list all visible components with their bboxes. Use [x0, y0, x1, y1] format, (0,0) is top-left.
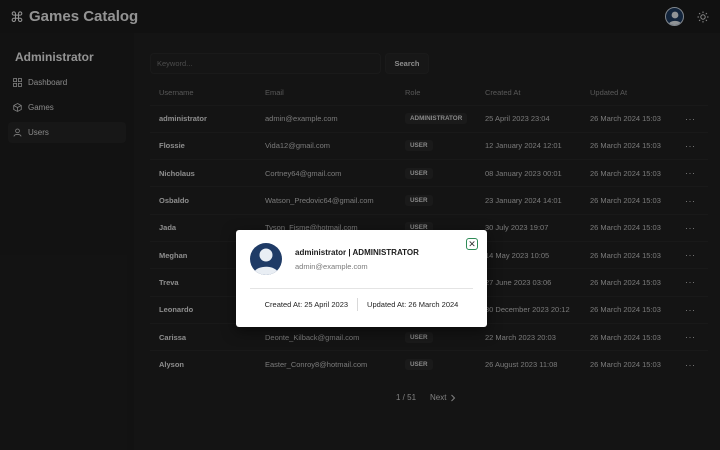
modal-updated-at: Updated At: 26 March 2024 [367, 300, 459, 309]
divider [250, 288, 473, 289]
close-icon[interactable]: ✕ [466, 238, 478, 250]
user-avatar-icon [250, 243, 282, 275]
modal-user-email: admin@example.com [295, 262, 368, 271]
divider [357, 298, 359, 311]
user-detail-modal: ✕ administrator | ADMINISTRATOR admin@ex… [236, 230, 487, 327]
modal-created-at: Created At: 25 April 2023 [264, 300, 349, 309]
modal-backdrop[interactable] [0, 0, 720, 450]
modal-user-name: administrator | ADMINISTRATOR [295, 248, 419, 257]
modal-dates: Created At: 25 April 2023 Updated At: 26… [236, 298, 487, 311]
